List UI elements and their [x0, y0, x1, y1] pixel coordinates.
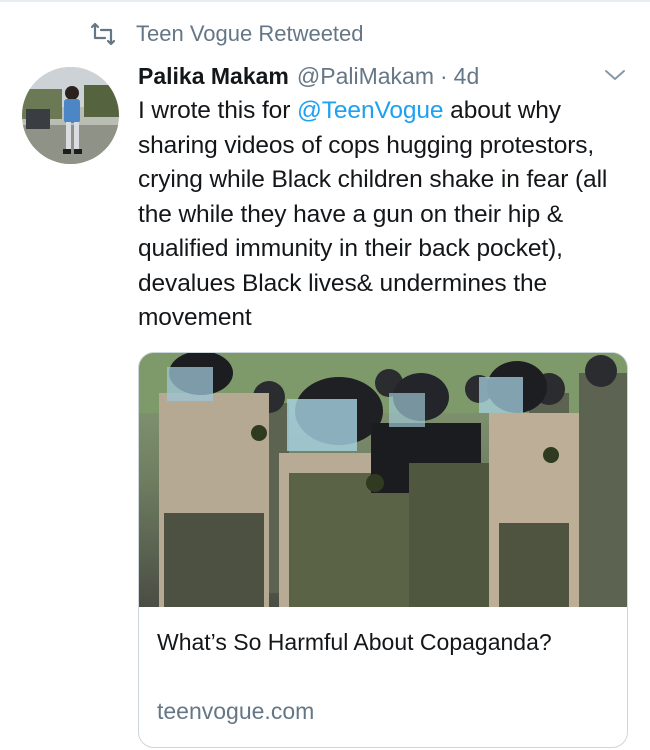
tweet-body[interactable]: Palika Makam @PaliMakam · 4d I wrote thi… [138, 58, 632, 748]
separator-dot: · [439, 62, 448, 89]
link-card[interactable]: What’s So Harmful About Copaganda? teenv… [138, 352, 628, 748]
tweet-header: Palika Makam @PaliMakam · 4d [138, 58, 632, 94]
retweet-context-label: Teen Vogue Retweeted [136, 21, 364, 46]
tweet-timestamp[interactable]: 4d [454, 63, 480, 90]
card-image [139, 353, 627, 607]
card-domain: teenvogue.com [157, 698, 315, 724]
retweet-icon [88, 22, 118, 46]
mention-link[interactable]: @TeenVogue [297, 97, 444, 124]
tweet-text-before: I wrote this for [138, 97, 297, 124]
tweet-text: I wrote this for @TeenVogue about why sh… [138, 94, 632, 336]
author-handle[interactable]: @PaliMakam [297, 63, 434, 90]
retweet-context[interactable]: Teen Vogue Retweeted [88, 20, 364, 48]
top-divider [0, 0, 650, 2]
author-name[interactable]: Palika Makam [138, 63, 289, 90]
tweet-text-after: about why sharing videos of cops hugging… [138, 97, 608, 331]
avatar[interactable] [22, 67, 119, 164]
card-title: What’s So Harmful About Copaganda? [157, 629, 552, 655]
chevron-down-icon[interactable] [604, 68, 626, 82]
